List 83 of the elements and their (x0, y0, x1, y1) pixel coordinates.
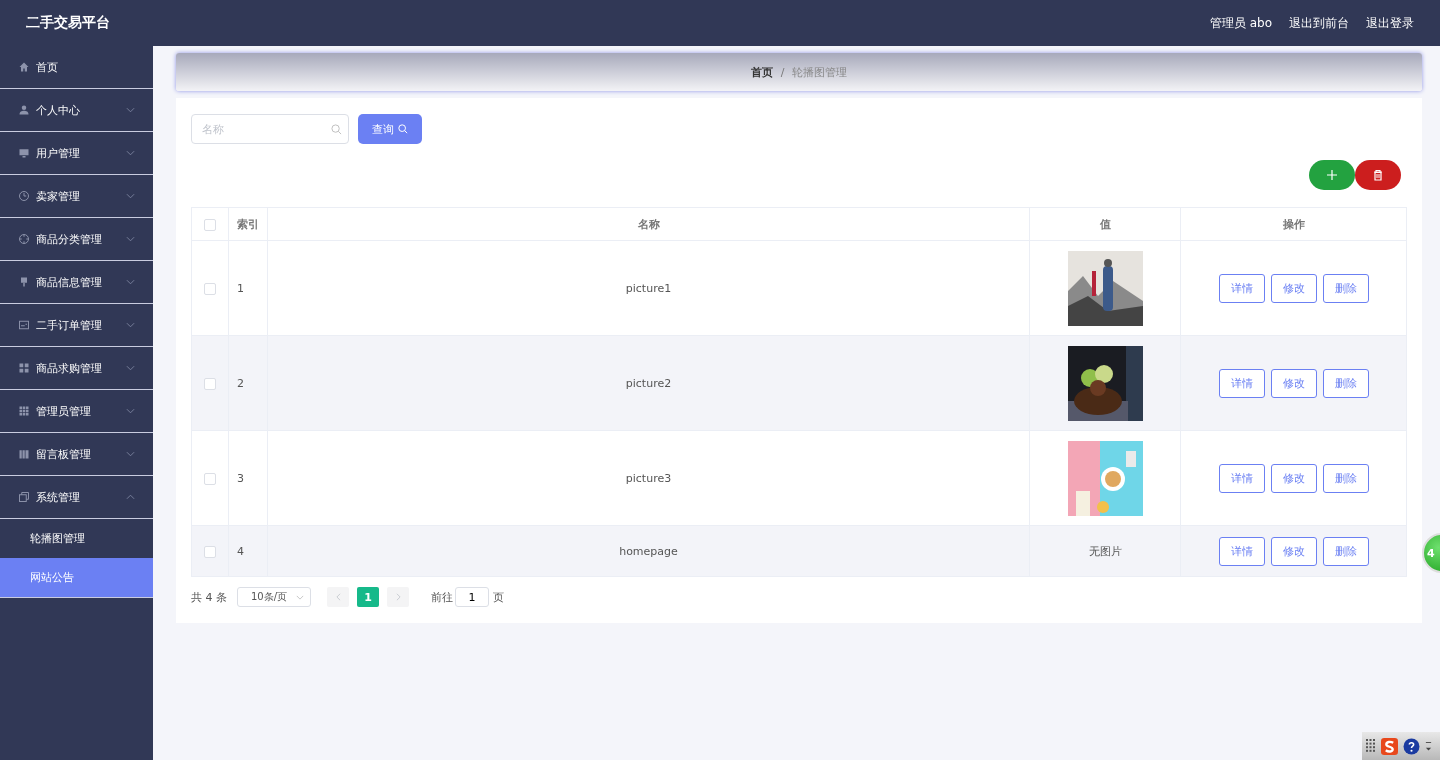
grid-icon (18, 405, 30, 417)
table-cell: picture2 (625, 376, 672, 390)
copy-icon (18, 491, 30, 503)
menu-item[interactable]: 首页 (0, 46, 153, 89)
app-title: 二手交易平台 (26, 14, 110, 32)
delete-button[interactable]: 删除 (1322, 273, 1369, 303)
delete-button[interactable]: 删除 (1322, 463, 1369, 493)
search-icon (398, 124, 408, 134)
table-cell: 3 (237, 471, 244, 485)
row-checkbox[interactable] (204, 377, 216, 390)
person-icon (18, 104, 30, 116)
ime-logo-icon[interactable] (1381, 737, 1398, 755)
menu-item[interactable]: 个人中心 (0, 89, 153, 132)
house-icon (18, 61, 30, 73)
breadcrumb-item[interactable]: 首页 (750, 64, 773, 80)
detail-button[interactable]: 详情 (1218, 368, 1265, 398)
page-suffix: 页 (493, 589, 504, 605)
chevron-icon (296, 594, 304, 600)
submenu-item[interactable]: 轮播图管理 (0, 519, 153, 558)
row-checkbox[interactable] (204, 545, 216, 558)
breadcrumb-item: 轮播图管理 (792, 64, 848, 80)
edit-button[interactable]: 修改 (1270, 463, 1317, 493)
add-button[interactable] (1309, 160, 1355, 190)
menu-item[interactable]: 商品分类管理 (0, 218, 153, 261)
menu-item[interactable]: 留言板管理 (0, 433, 153, 476)
search-field[interactable]: 名称 (191, 114, 349, 144)
detail-button[interactable]: 详情 (1218, 463, 1265, 493)
tiles-icon (18, 362, 30, 374)
page-size-select[interactable]: 10条/页 (237, 587, 311, 607)
breadcrumb-separator: / (780, 65, 785, 79)
grip-icon[interactable] (1366, 739, 1376, 753)
column-header: 索引 (237, 217, 259, 231)
edit-button[interactable]: 修改 (1270, 536, 1317, 566)
detail-button[interactable]: 详情 (1218, 536, 1265, 566)
menu-item[interactable]: 商品求购管理 (0, 347, 153, 390)
plus-icon (1326, 169, 1338, 181)
edit-button[interactable]: 修改 (1270, 368, 1317, 398)
table-cell: picture1 (625, 281, 672, 295)
table-cell: 无图片 (1088, 544, 1122, 558)
table-cell: 2 (237, 376, 244, 390)
column-header: 名称 (637, 217, 660, 231)
menu-item[interactable]: 商品信息管理 (0, 261, 153, 304)
row-checkbox[interactable] (204, 282, 216, 295)
submenu-item[interactable]: 网站公告 (0, 558, 153, 598)
goto-label: 前往 (431, 589, 453, 605)
chevron-left-icon (335, 593, 341, 601)
detail-button[interactable]: 详情 (1218, 273, 1265, 303)
total-count: 共 4 条 (191, 589, 227, 605)
menu-arrow-icon[interactable] (1425, 739, 1432, 753)
table-cell: homepage (619, 544, 678, 558)
chevron-right-icon (395, 593, 401, 601)
menu-item[interactable]: 管理员管理 (0, 390, 153, 433)
menu-item[interactable]: 用户管理 (0, 132, 153, 175)
monitor-icon (18, 147, 30, 159)
table-cell: picture3 (625, 471, 672, 485)
table-cell: 1 (237, 281, 244, 295)
table-cell: 4 (237, 544, 244, 558)
delete-button[interactable]: 删除 (1322, 368, 1369, 398)
menu-item[interactable]: 卖家管理 (0, 175, 153, 218)
edit-button[interactable]: 修改 (1270, 273, 1317, 303)
brush-icon (18, 276, 30, 288)
menu-item[interactable]: 二手订单管理 (0, 304, 153, 347)
clock-icon (18, 190, 30, 202)
next-page-button[interactable] (387, 587, 409, 607)
query-button[interactable]: 查询 (358, 114, 422, 144)
header-link[interactable]: 退出到前台 (1289, 14, 1349, 32)
admin-user: 管理员 abo (1209, 14, 1272, 32)
row-checkbox[interactable] (204, 472, 216, 485)
delete-button[interactable] (1355, 160, 1401, 190)
books-icon (18, 448, 30, 460)
header-link[interactable]: 退出登录 (1366, 14, 1414, 32)
column-header: 值 (1099, 217, 1111, 231)
card-icon (18, 319, 30, 331)
menu-item[interactable]: 系统管理 (0, 476, 153, 519)
search-icon (331, 124, 342, 135)
column-header: 操作 (1282, 217, 1305, 231)
delete-button[interactable]: 删除 (1322, 536, 1369, 566)
help-icon[interactable] (1403, 737, 1420, 755)
trash-icon (1372, 169, 1384, 181)
select-all-checkbox[interactable] (204, 218, 216, 231)
page-input[interactable]: 1 (455, 587, 489, 607)
crosshair-icon (18, 233, 30, 245)
previous-page-button[interactable] (327, 587, 349, 607)
